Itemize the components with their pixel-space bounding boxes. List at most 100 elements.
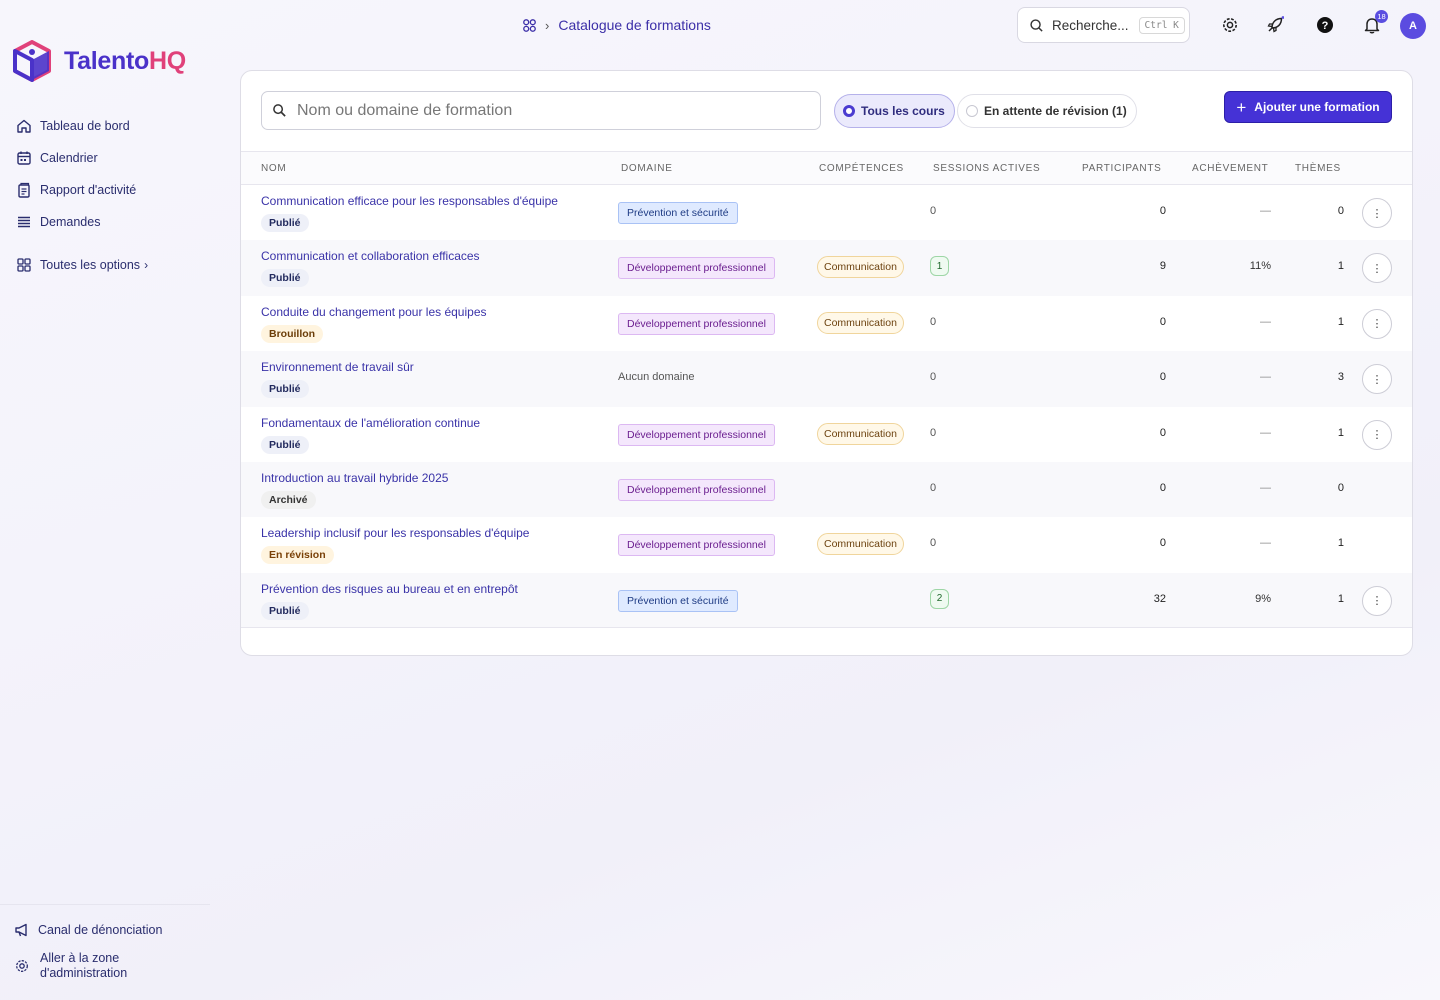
help-button[interactable]: ? xyxy=(1315,15,1335,35)
column-header-sessions[interactable]: SESSIONS ACTIVES xyxy=(933,163,1040,174)
skill-tag: Communication xyxy=(817,533,904,556)
column-header-name[interactable]: NOM xyxy=(261,163,286,174)
radio-selected-icon xyxy=(843,105,855,117)
participants-count: 0 xyxy=(1159,315,1166,328)
onboarding-button[interactable] xyxy=(1265,15,1285,35)
status-badge: Archivé xyxy=(261,490,316,509)
course-title-link[interactable]: Communication efficace pour les responsa… xyxy=(261,194,558,208)
apps-grid-icon[interactable] xyxy=(522,18,537,33)
notification-count-badge: 18 xyxy=(1375,10,1388,23)
participants-count: 0 xyxy=(1159,426,1166,439)
more-vertical-icon: ⋮ xyxy=(1371,262,1383,275)
skill-tag: Communication xyxy=(817,311,904,334)
column-header-domain[interactable]: DOMAINE xyxy=(621,163,673,174)
course-name-cell: Leadership inclusif pour les responsable… xyxy=(261,526,529,565)
participants-count: 0 xyxy=(1159,481,1166,494)
active-sessions: 0 xyxy=(930,205,937,217)
column-header-completion[interactable]: ACHÈVEMENT xyxy=(1192,163,1268,174)
column-header-skills[interactable]: COMPÉTENCES xyxy=(819,163,904,174)
list-icon xyxy=(18,216,30,228)
row-actions-button[interactable]: ⋮ xyxy=(1362,419,1392,450)
breadcrumb: › Catalogue de formations xyxy=(522,16,711,34)
course-search-input[interactable] xyxy=(297,101,777,120)
sidebar-item-admin[interactable]: Aller à la zone d'administration xyxy=(14,946,210,986)
more-vertical-icon: ⋮ xyxy=(1371,429,1383,442)
sidebar-item-dashboard[interactable]: Tableau de bord xyxy=(16,110,148,142)
row-actions-button[interactable]: ⋮ xyxy=(1362,253,1392,284)
course-name-cell: Prévention des risques au bureau et en e… xyxy=(261,582,518,620)
plus-icon: + xyxy=(1236,97,1247,117)
sidebar-item-label: Rapport d'activité xyxy=(40,183,137,197)
completion-value: — xyxy=(1260,481,1271,494)
course-title-link[interactable]: Environnement de travail sûr xyxy=(261,360,414,374)
course-name-cell: Conduite du changement pour les équipes … xyxy=(261,305,487,343)
help-icon: ? xyxy=(1317,17,1333,33)
global-search[interactable]: Recherche... Ctrl K xyxy=(1017,7,1190,43)
row-actions-button[interactable]: ⋮ xyxy=(1362,308,1392,339)
row-actions-button[interactable]: ⋮ xyxy=(1362,585,1392,616)
rocket-icon xyxy=(1267,16,1284,33)
row-actions-button[interactable]: ⋮ xyxy=(1362,364,1392,395)
calendar-icon xyxy=(17,151,31,165)
domain-tag: Développement professionnel xyxy=(618,312,775,335)
avatar[interactable]: A xyxy=(1400,13,1426,39)
themes-count: 1 xyxy=(1337,315,1344,328)
participants-count: 0 xyxy=(1159,371,1166,384)
active-sessions: 0 xyxy=(930,537,937,550)
sidebar: TalentoHQ Tableau de bord Calendrier Rap… xyxy=(0,0,210,1000)
more-vertical-icon: ⋮ xyxy=(1371,373,1383,386)
more-vertical-icon: ⋮ xyxy=(1371,318,1383,331)
course-name-cell: Fondamentaux de l'amélioration continue … xyxy=(261,416,480,454)
report-icon xyxy=(18,182,30,198)
search-icon xyxy=(1030,18,1043,32)
radio-empty-icon xyxy=(966,105,978,117)
active-sessions: 0 xyxy=(930,315,937,328)
sidebar-divider xyxy=(0,904,210,905)
table-row: Communication et collaboration efficaces… xyxy=(241,240,1412,296)
active-sessions: 0 xyxy=(930,481,937,494)
themes-count: 1 xyxy=(1337,426,1344,439)
sidebar-item-calendar[interactable]: Calendrier xyxy=(16,142,148,174)
brand-logo[interactable]: TalentoHQ xyxy=(12,40,186,82)
participants-count: 0 xyxy=(1159,205,1166,217)
table-row: Fondamentaux de l'amélioration continue … xyxy=(241,407,1412,462)
course-title-link[interactable]: Fondamentaux de l'amélioration continue xyxy=(261,416,480,430)
themes-count: 1 xyxy=(1337,592,1344,605)
sidebar-all-options[interactable]: Toutes les options › xyxy=(16,249,148,281)
themes-count: 0 xyxy=(1337,205,1344,217)
table-row: Introduction au travail hybride 2025 Arc… xyxy=(241,461,1412,518)
add-course-button[interactable]: + Ajouter une formation xyxy=(1224,91,1392,123)
participants-count: 32 xyxy=(1153,592,1166,605)
completion-value: — xyxy=(1260,315,1271,328)
completion-value: — xyxy=(1260,537,1271,550)
course-title-link[interactable]: Introduction au travail hybride 2025 xyxy=(261,471,448,485)
row-actions-button[interactable]: ⋮ xyxy=(1362,198,1392,228)
course-title-link[interactable]: Prévention des risques au bureau et en e… xyxy=(261,582,518,596)
active-sessions-badge: 1 xyxy=(930,256,949,277)
filter-label: En attente de révision (1) xyxy=(984,104,1127,118)
sidebar-item-requests[interactable]: Demandes xyxy=(16,206,148,238)
sidebar-item-whistleblower[interactable]: Canal de dénonciation xyxy=(14,914,210,946)
active-sessions: 0 xyxy=(930,426,937,439)
course-title-link[interactable]: Leadership inclusif pour les responsable… xyxy=(261,526,529,540)
completion-value: — xyxy=(1260,205,1271,217)
active-sessions-badge: 2 xyxy=(930,588,949,609)
sidebar-item-label: Aller à la zone d'administration xyxy=(40,951,128,980)
sidebar-item-label: Canal de dénonciation xyxy=(38,923,163,937)
filter-all-courses[interactable]: Tous les cours xyxy=(834,94,955,128)
page-title: Catalogue de formations xyxy=(558,17,711,33)
course-title-link[interactable]: Communication et collaboration efficaces xyxy=(261,249,480,263)
sidebar-item-activity-report[interactable]: Rapport d'activité xyxy=(16,174,148,206)
course-title-link[interactable]: Conduite du changement pour les équipes xyxy=(261,305,487,319)
course-table-body: Communication efficace pour les responsa… xyxy=(241,185,1412,629)
completion-value: 11% xyxy=(1249,260,1271,273)
filter-pending-review[interactable]: En attente de révision (1) xyxy=(957,94,1137,128)
column-header-themes[interactable]: THÈMES xyxy=(1295,163,1341,174)
settings-button[interactable] xyxy=(1220,15,1240,35)
column-header-participants[interactable]: PARTICIPANTS xyxy=(1082,163,1162,174)
course-search[interactable] xyxy=(261,91,821,130)
shortcut-hint: Ctrl K xyxy=(1138,16,1185,34)
skill-tag: Communication xyxy=(817,422,904,445)
sidebar-nav: Tableau de bord Calendrier Rapport d'act… xyxy=(16,110,148,281)
completion-value: — xyxy=(1260,426,1271,439)
